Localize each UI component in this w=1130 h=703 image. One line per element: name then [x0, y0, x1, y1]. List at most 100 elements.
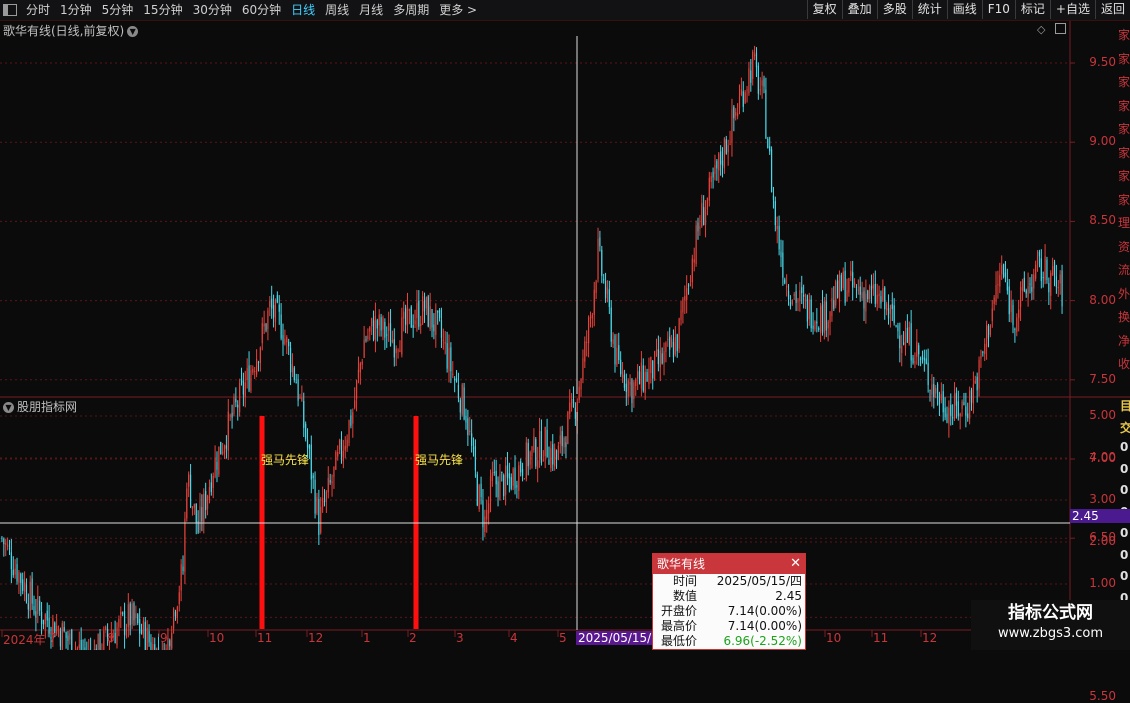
candle-body — [248, 365, 249, 390]
candle-body — [565, 442, 566, 447]
candle-body — [626, 384, 627, 392]
candle-body — [669, 337, 670, 350]
main-y-tick-label: 7.50 — [1076, 372, 1116, 386]
candle-body — [724, 138, 725, 168]
candle-body — [224, 446, 225, 452]
candle-body — [409, 309, 410, 311]
period-tab[interactable]: 多周期 — [388, 0, 434, 20]
chevron-down-icon[interactable]: ▼ — [127, 26, 138, 37]
period-tab[interactable]: 60分钟 — [237, 0, 286, 20]
period-tab[interactable]: 日线 — [286, 0, 320, 20]
candle-body — [852, 272, 853, 287]
candle-body — [303, 401, 304, 428]
period-tab[interactable]: 30分钟 — [188, 0, 237, 20]
toolbar-action-button[interactable]: 返回 — [1095, 0, 1130, 19]
candle-body — [933, 384, 934, 397]
candle-body — [752, 52, 753, 79]
x-axis-label: 10 — [826, 631, 841, 645]
data-tooltip[interactable]: 歌华有线 ✕ 时间2025/05/15/四数值2.45开盘价7.14(0.00%… — [652, 553, 806, 650]
candle-body — [573, 399, 574, 403]
candle-body — [205, 491, 206, 510]
candle-body — [348, 420, 349, 443]
candle-body — [480, 484, 481, 497]
candle-body — [439, 310, 440, 318]
candle-body — [671, 339, 672, 348]
candle-body — [292, 364, 293, 372]
toolbar-action-button[interactable]: +自选 — [1050, 0, 1095, 19]
candle-body — [1037, 256, 1038, 264]
toolbar-action-button[interactable]: 标记 — [1015, 0, 1050, 19]
edge-glyph: 家 — [1118, 167, 1130, 184]
candle-body — [969, 391, 970, 419]
candle-body — [803, 295, 804, 297]
candle-body — [624, 375, 625, 388]
candle-body — [1020, 287, 1021, 307]
candle-body — [18, 572, 19, 583]
candle-body — [290, 348, 291, 372]
main-y-tick-label: 8.50 — [1076, 213, 1116, 227]
candle-body — [424, 301, 425, 311]
diamond-icon[interactable]: ◇ — [1037, 23, 1045, 36]
candle-body — [463, 387, 464, 419]
candle-body — [712, 172, 713, 178]
period-tab[interactable]: 1分钟 — [55, 0, 97, 20]
candle-body — [231, 413, 232, 418]
candle-body — [58, 629, 59, 630]
period-tab[interactable]: 周线 — [320, 0, 354, 20]
tooltip-key: 数值 — [653, 589, 701, 604]
candle-body — [407, 306, 408, 325]
candle-body — [375, 316, 376, 340]
candle-body — [118, 619, 119, 627]
candle-body — [69, 634, 70, 640]
edge-glyph: 0 — [1120, 569, 1128, 583]
toolbar-action-button[interactable]: F10 — [982, 0, 1015, 19]
toolbar-action-button[interactable]: 统计 — [912, 0, 947, 19]
candle-body — [931, 385, 932, 395]
candle-body — [769, 146, 770, 151]
period-tab[interactable]: 月线 — [354, 0, 388, 20]
panel-window-icon[interactable] — [1055, 23, 1066, 34]
candle-body — [282, 335, 283, 344]
toolbar-action-button[interactable]: 叠加 — [842, 0, 877, 19]
candle-body — [120, 612, 121, 615]
candle-body — [64, 627, 65, 631]
candle-body — [720, 151, 721, 164]
kline-chart[interactable] — [0, 21, 1130, 650]
toolbar-action-button[interactable]: 多股 — [877, 0, 912, 19]
edge-glyph: 家 — [1118, 50, 1130, 67]
close-icon[interactable]: ✕ — [790, 554, 801, 574]
candle-body — [11, 552, 12, 569]
period-tab[interactable]: 5分钟 — [97, 0, 139, 20]
tooltip-row: 数值2.45 — [653, 589, 805, 604]
candle-body — [894, 305, 895, 323]
period-tab[interactable]: 15分钟 — [138, 0, 187, 20]
period-tab[interactable]: 分时 — [21, 0, 55, 20]
window-toggle-icon[interactable] — [3, 4, 17, 16]
tooltip-value: 2.45 — [701, 589, 805, 604]
candle-body — [809, 300, 810, 320]
candle-body — [384, 322, 385, 338]
candle-body — [543, 460, 544, 461]
edge-glyph: 交 — [1120, 419, 1130, 436]
candle-body — [314, 480, 315, 514]
candle-body — [228, 412, 229, 451]
chevron-down-icon[interactable]: ▼ — [3, 402, 14, 413]
candle-body — [358, 370, 359, 379]
candle-body — [975, 381, 976, 384]
toolbar-action-button[interactable]: 复权 — [807, 0, 842, 19]
candle-body — [1041, 258, 1042, 281]
indicator-panel-title: ▼股朋指标网 — [3, 398, 77, 415]
tooltip-title: 歌华有线 — [657, 557, 705, 571]
candle-body — [443, 340, 444, 341]
candle-body — [645, 372, 646, 393]
candle-body — [599, 238, 600, 247]
candle-body — [196, 503, 197, 523]
period-tab[interactable]: 更多 > — [434, 0, 482, 20]
indicator-y-tick-label: 2.00 — [1076, 534, 1116, 548]
candle-body — [567, 412, 568, 444]
candle-body — [709, 178, 710, 201]
candle-body — [912, 358, 913, 363]
candle-body — [941, 394, 942, 400]
toolbar-action-button[interactable]: 画线 — [947, 0, 982, 19]
candle-body — [214, 457, 215, 477]
